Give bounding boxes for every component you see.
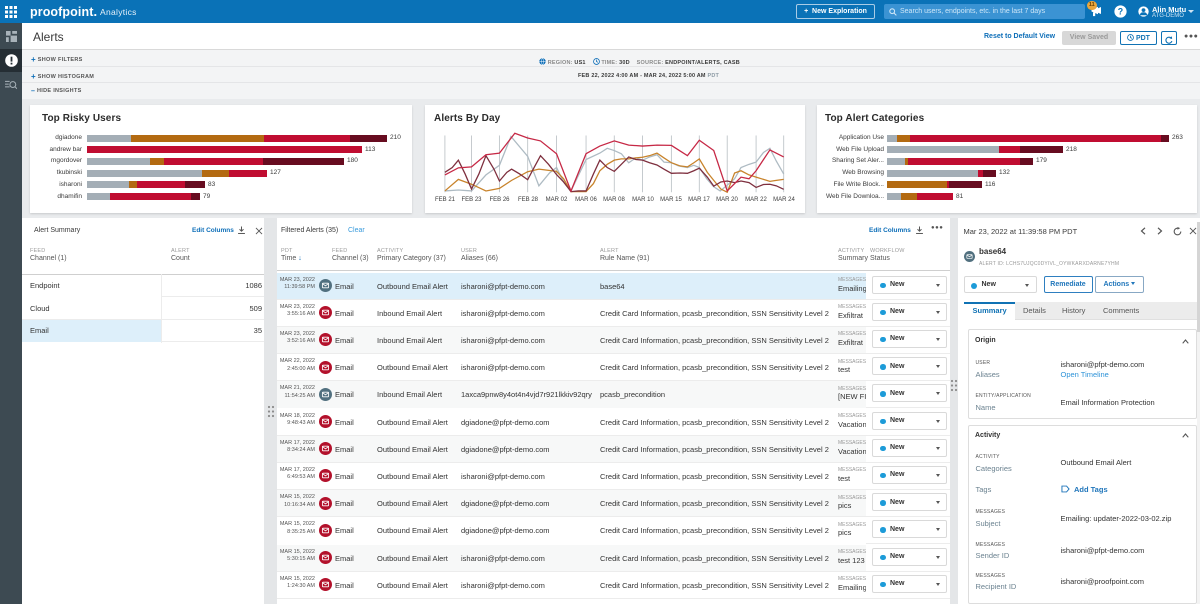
svg-text:?: ? — [1118, 7, 1123, 17]
